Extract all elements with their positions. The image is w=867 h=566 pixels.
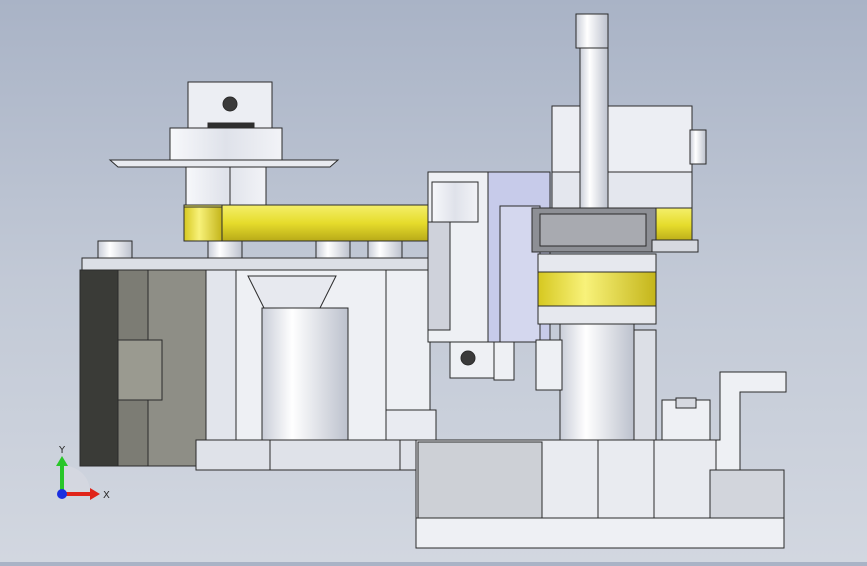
base-foot bbox=[415, 517, 785, 549]
lower-pulley-bottom bbox=[537, 305, 657, 325]
bolt-head-1 bbox=[97, 240, 133, 260]
motor-label bbox=[117, 339, 163, 401]
hanger-hole bbox=[460, 350, 476, 366]
lower-shaft bbox=[559, 323, 635, 443]
top-plate bbox=[81, 257, 431, 271]
right-bracket bbox=[715, 371, 787, 471]
bolt-head-4 bbox=[367, 240, 403, 260]
left-pulley-tooth bbox=[183, 206, 223, 242]
lower-pulley-brass bbox=[537, 271, 657, 309]
brass-ring-right bbox=[651, 207, 693, 243]
upper-collar bbox=[169, 127, 283, 161]
z-axis-icon bbox=[57, 489, 67, 499]
coupling-body bbox=[261, 307, 349, 441]
cad-viewport[interactable]: Y X bbox=[0, 0, 867, 562]
assembly-drawing bbox=[79, 13, 787, 549]
idler-post bbox=[427, 221, 451, 331]
lower-pulley-top bbox=[537, 253, 657, 275]
clamp-slot bbox=[207, 122, 255, 129]
bolt-head-3 bbox=[315, 240, 351, 260]
vertical-shaft-cap bbox=[575, 13, 609, 49]
base-plate-left bbox=[195, 439, 419, 471]
idler-block bbox=[431, 181, 479, 223]
side-knob bbox=[689, 129, 707, 165]
bolt-head-2 bbox=[207, 240, 243, 260]
coupling-cone bbox=[247, 275, 337, 309]
triad-arc bbox=[62, 465, 91, 494]
y-axis-label: Y bbox=[58, 445, 66, 456]
left-pulley-hub bbox=[185, 166, 267, 208]
clamp-hole bbox=[222, 96, 238, 112]
x-axis-label: X bbox=[103, 490, 110, 501]
flange-disc bbox=[108, 159, 340, 168]
orientation-triad[interactable]: Y X bbox=[40, 436, 120, 516]
base-pocket bbox=[417, 441, 543, 519]
